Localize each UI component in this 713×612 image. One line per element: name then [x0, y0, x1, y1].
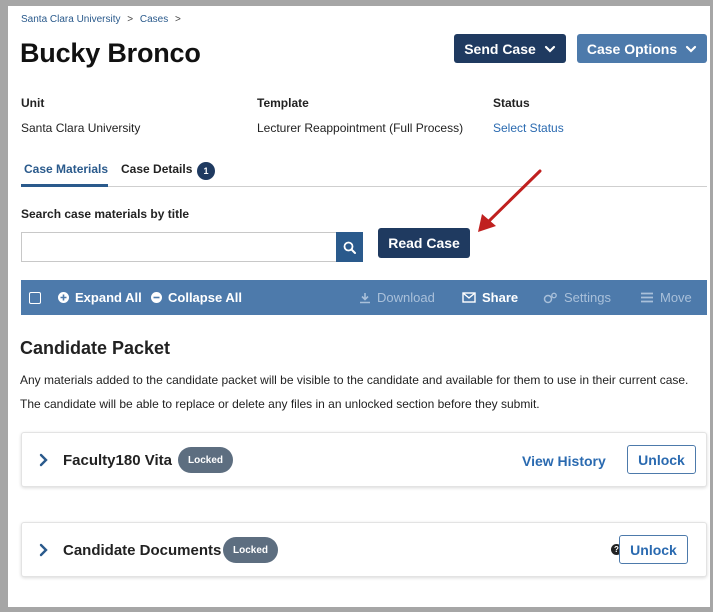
locked-status-badge: Locked [223, 537, 279, 563]
section-title[interactable]: Candidate Documents [63, 542, 221, 559]
case-options-button[interactable]: Case Options [577, 34, 707, 63]
chevron-down-icon [544, 45, 555, 53]
search-label: Search case materials by title [21, 207, 190, 221]
candidate-packet-note: The candidate will be able to replace or… [20, 397, 540, 411]
section-title[interactable]: Faculty180 Vita [63, 452, 172, 469]
share-button[interactable]: Share [462, 280, 518, 315]
minus-circle-icon [151, 292, 162, 303]
tab-case-materials[interactable]: Case Materials [24, 162, 108, 176]
template-label: Template [257, 96, 309, 110]
checkbox-icon [29, 291, 41, 304]
locked-status-badge: Locked [178, 447, 234, 473]
section-card-candidate-documents: Candidate Documents Locked ? Unlock [21, 522, 707, 577]
expand-all-label: Expand All [75, 290, 142, 305]
download-label: Download [377, 290, 435, 305]
move-list-icon [641, 292, 653, 303]
breadcrumb: Santa Clara University > Cases > [21, 14, 185, 25]
candidate-packet-description: Any materials added to the candidate pac… [20, 373, 689, 387]
tabs-divider [21, 186, 707, 187]
send-case-button[interactable]: Send Case [454, 34, 566, 63]
move-button[interactable]: Move [640, 280, 692, 315]
collapse-all-label: Collapse All [168, 290, 242, 305]
gears-icon [543, 292, 557, 303]
status-label: Status [493, 96, 530, 110]
case-details-count-badge: 1 [197, 162, 215, 180]
select-status-link[interactable]: Select Status [493, 121, 564, 135]
download-button[interactable]: Download [359, 280, 435, 315]
breadcrumb-cases[interactable]: Cases [140, 14, 168, 25]
tab-case-details[interactable]: Case Details [121, 162, 192, 176]
breadcrumb-university[interactable]: Santa Clara University [21, 14, 120, 25]
unit-label: Unit [21, 96, 45, 110]
template-value: Lecturer Reappointment (Full Process) [257, 121, 464, 135]
plus-circle-icon [58, 292, 69, 303]
candidate-packet-title: Candidate Packet [20, 338, 171, 358]
settings-label: Settings [564, 290, 611, 305]
search-input[interactable] [21, 232, 336, 262]
unlock-button[interactable]: Unlock [619, 535, 688, 564]
page-title: Bucky Bronco [20, 38, 201, 68]
select-all-checkbox[interactable] [29, 280, 41, 315]
collapse-all-button[interactable]: Collapse All [151, 280, 242, 315]
settings-button[interactable]: Settings [543, 280, 611, 315]
chevron-down-icon [686, 45, 697, 53]
envelope-icon [462, 292, 476, 303]
download-icon [360, 292, 370, 303]
move-label: Move [660, 290, 692, 305]
case-options-label: Case Options [586, 40, 678, 57]
app-frame: Santa Clara University > Cases > Bucky B… [8, 6, 710, 607]
unlock-button[interactable]: Unlock [627, 445, 696, 474]
read-case-button[interactable]: Read Case [378, 228, 470, 258]
breadcrumb-separator: > [127, 14, 134, 25]
chevron-right-icon[interactable] [37, 453, 49, 467]
view-history-link[interactable]: View History [522, 453, 606, 469]
active-tab-indicator [21, 184, 108, 187]
expand-all-button[interactable]: Expand All [58, 280, 142, 315]
materials-toolbar: Expand All Collapse All Download Share S… [21, 280, 707, 315]
annotation-arrow-icon [478, 169, 542, 232]
search-button[interactable] [336, 232, 363, 262]
chevron-right-icon[interactable] [37, 543, 49, 557]
unit-value: Santa Clara University [21, 121, 141, 135]
breadcrumb-separator: > [175, 14, 181, 25]
send-case-label: Send Case [464, 40, 536, 57]
search-icon [343, 241, 356, 254]
share-label: Share [482, 290, 519, 305]
section-card-faculty180-vita: Faculty180 Vita Locked View History Unlo… [21, 432, 707, 487]
